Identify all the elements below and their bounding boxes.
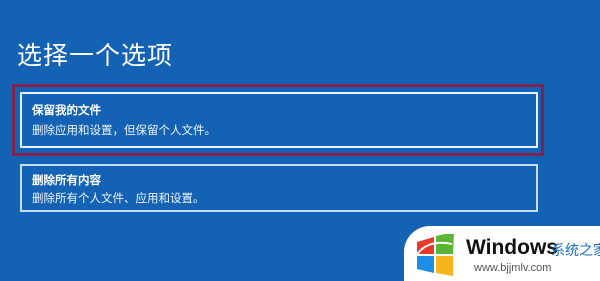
site-watermark: Windows 系统之家 www.bjjmlv.com [404,226,600,281]
windows-logo-icon [415,234,454,276]
keep-my-files-option[interactable]: 保留我的文件 删除应用和设置，但保留个人文件。 [20,92,538,148]
option-title: 保留我的文件 [32,103,101,117]
option-description: 删除应用和设置，但保留个人文件。 [32,123,216,137]
watermark-chinese-text: 系统之家 [551,243,600,259]
option-title: 删除所有内容 [32,173,101,187]
page-title: 选择一个选项 [17,41,174,70]
option-description: 删除所有个人文件、应用和设置。 [32,191,205,205]
watermark-brand: Windows [466,236,558,259]
watermark-url: www.bjjmlv.com [474,262,552,274]
remove-everything-option[interactable]: 删除所有内容 删除所有个人文件、应用和设置。 [20,164,538,212]
